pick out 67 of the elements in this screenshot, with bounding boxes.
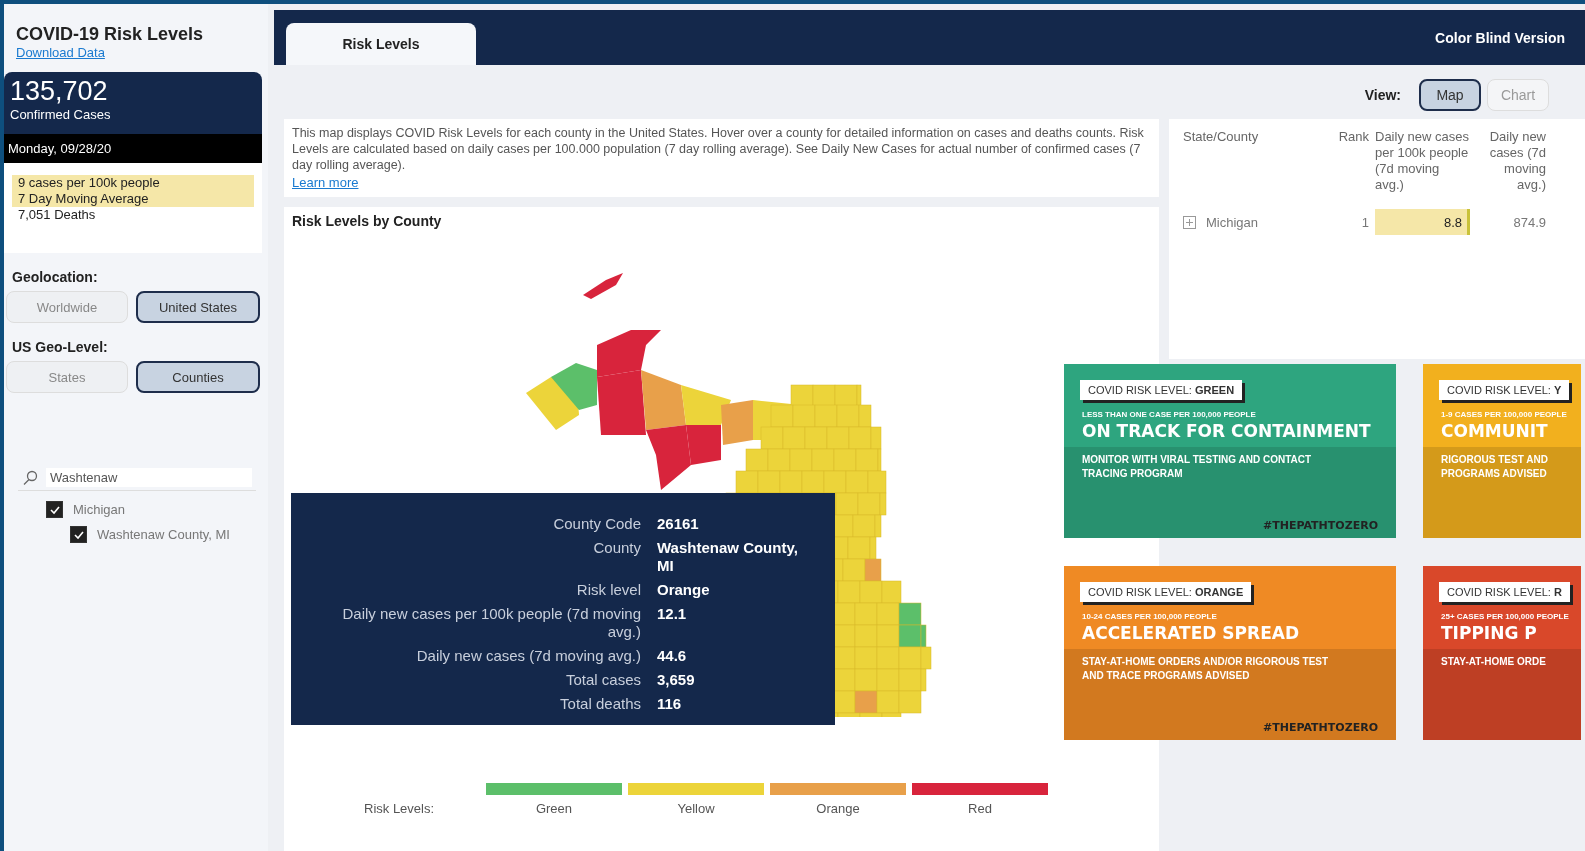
column-header[interactable]: Daily new cases per 100k people (7d moving avg.) — [1375, 129, 1470, 193]
section-label: US Geo-Level: — [11, 338, 109, 357]
download-link[interactable]: Download Data — [16, 45, 105, 60]
risk-badge: COVID RISK LEVEL: Y — [1439, 380, 1570, 400]
tooltip-value: Orange — [657, 581, 711, 599]
tooltip-value: Washtenaw County, MI — [657, 539, 799, 575]
view-label: View: — [1364, 87, 1401, 103]
risk-badge: COVID RISK LEVEL: GREEN — [1080, 380, 1243, 400]
card-headline: COMMUNIT — [1440, 421, 1549, 443]
legend-label: Red — [968, 801, 992, 816]
column-header[interactable]: Rank — [1329, 129, 1369, 193]
card-subtitle: 25+ CASES PER 100,000 PEOPLE — [1440, 611, 1570, 623]
tooltip-label: County Code — [552, 515, 641, 533]
description-text: This map displays COVID Risk Levels for each county in the United States. Hover over a county for detailed information on cases and deaths counts. Risk Levels are calculated based on daily cases per 100.000 population (7 day rolling average). See Daily New Cases for actual number of confirmed cases (7 day rolling average). — [292, 125, 1145, 173]
case-count: 135,702 — [9, 75, 109, 107]
legend-label: Yellow — [677, 801, 715, 816]
view-button[interactable]: Map — [1419, 79, 1481, 111]
tooltip-label: Total cases — [564, 671, 641, 689]
card-advice: STAY-AT-HOME ORDE — [1441, 655, 1547, 669]
tooltip-label: County — [592, 539, 641, 558]
card-advice: STAY-AT-HOME ORDERS AND/OR RIGOROUS TEST AND TRACE PROGRAMS ADVISED — [1082, 655, 1330, 683]
toggle-button[interactable]: Counties — [136, 361, 260, 393]
tree-item-label[interactable]: Washtenaw County, MI — [97, 527, 230, 542]
map-title: Risk Levels by County — [291, 212, 443, 231]
learn-more-link[interactable]: Learn more — [292, 175, 359, 190]
card-advice: MONITOR WITH VIRAL TESTING AND CONTACT TRACING PROGRAM — [1082, 453, 1313, 481]
search-field[interactable]: Washtenaw — [46, 468, 252, 487]
color-blind-link[interactable]: Color Blind Version — [1435, 29, 1565, 46]
case-label: Confirmed Cases — [9, 107, 112, 124]
toggle-button[interactable]: States — [6, 361, 128, 393]
risk-badge: COVID RISK LEVEL: ORANGE — [1080, 582, 1252, 602]
section-label: Geolocation: — [11, 268, 99, 287]
toggle-button[interactable]: Worldwide — [6, 291, 128, 323]
tooltip-value: 3,659 — [657, 671, 696, 689]
card-subtitle: 10-24 CASES PER 100,000 PEOPLE — [1081, 611, 1218, 623]
tooltip-value: 12.1 — [657, 605, 688, 624]
toggle-button[interactable]: United States — [136, 291, 260, 323]
tooltip-value: 116 — [657, 695, 683, 713]
tooltip-value: 26161 — [657, 515, 700, 533]
card-hashtag: #THEPATHTOZERO — [1262, 721, 1378, 734]
stat-line: 7,051 Deaths — [17, 207, 97, 223]
table-cell-text: 874.9 — [1512, 214, 1546, 230]
tooltip-value: 44.6 — [657, 647, 688, 665]
column-header[interactable]: Daily new cases (7d moving avg.) — [1476, 129, 1546, 193]
card-advice: RIGOROUS TEST AND PROGRAMS ADVISED — [1441, 453, 1549, 481]
legend-title: Risk Levels: — [364, 801, 436, 816]
card-headline: ON TRACK FOR CONTAINMENT — [1081, 421, 1372, 443]
card-subtitle: 1-9 CASES PER 100,000 PEOPLE — [1440, 409, 1568, 421]
card-subtitle: LESS THAN ONE CASE PER 100,000 PEOPLE — [1081, 409, 1257, 421]
table-cell-text: 1 — [1360, 214, 1369, 230]
legend-label: Orange — [816, 801, 860, 816]
table-cell-text: 8.8 — [1443, 214, 1463, 230]
column-header[interactable]: State/County — [1183, 129, 1323, 193]
tooltip-label: Total deaths — [559, 695, 641, 713]
app-title: COVID-19 Risk Levels — [16, 24, 204, 45]
tree-item-label[interactable]: Michigan — [73, 502, 126, 517]
tooltip-label: Daily new cases (7d moving avg.) — [415, 647, 641, 665]
card-hashtag: #THEPATHTOZERO — [1262, 519, 1378, 532]
tooltip-label: Daily new cases per 100k people (7d moving avg.) — [341, 605, 641, 641]
date-label: Monday, 09/28/20 — [4, 134, 262, 163]
tooltip-label: Risk level — [575, 581, 641, 599]
card-headline: TIPPING P — [1440, 623, 1538, 645]
table-cell: Michigan — [1206, 214, 1259, 230]
legend-label: Green — [535, 801, 573, 816]
risk-badge: COVID RISK LEVEL: R — [1439, 582, 1570, 602]
tab[interactable]: Risk Levels — [286, 23, 476, 65]
card-headline: ACCELERATED SPREAD — [1081, 623, 1300, 645]
